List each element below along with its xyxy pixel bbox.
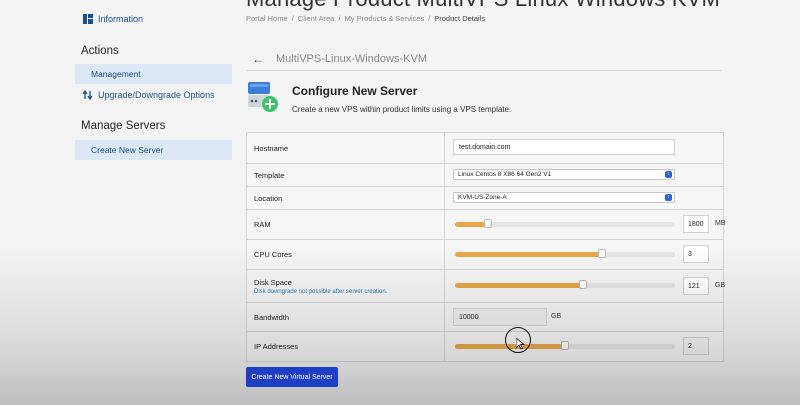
form-row-disk: Disk Space Disk downgrade not possible a… [247, 270, 726, 303]
location-selected-value: KVM-US-Zone-A [458, 194, 507, 201]
disk-slider-fill [455, 283, 583, 288]
bandwidth-unit: GB [551, 313, 562, 320]
bandwidth-label: Bandwidth [247, 303, 445, 331]
ram-slider[interactable] [455, 219, 675, 228]
manage-servers-heading: Manage Servers [81, 120, 166, 132]
disk-unit: GB [715, 282, 726, 289]
location-select[interactable]: KVM-US-Zone-A ↕ [453, 192, 675, 203]
select-arrows-icon: ↕ [665, 194, 672, 201]
ram-unit: MB [715, 220, 726, 227]
hostname-input[interactable]: test.domain.com [453, 139, 675, 155]
server-add-icon [246, 82, 280, 114]
sidebar-item-label: Upgrade/Downgrade Options [98, 90, 215, 100]
disk-downgrade-note: Disk downgrade not possible after server… [254, 288, 388, 295]
disk-label-cell: Disk Space Disk downgrade not possible a… [247, 270, 445, 302]
ip-value-input: 2 [683, 337, 709, 355]
breadcrumb: Portal Home / Client Area / My Products & Se… [246, 14, 486, 23]
config-header: Configure New Server Create a new VPS wi… [246, 82, 511, 114]
select-arrows-icon: ↕ [665, 171, 672, 178]
product-subheader: ← MultiVPS-Linux-Windows-KVM [246, 48, 722, 71]
sidebar-item-upgrade[interactable]: Upgrade/Downgrade Options [75, 84, 232, 106]
form-row-ram: RAM 1800 MB [247, 210, 726, 240]
server-config-form: Hostname test.domain.com Template Linux … [246, 132, 726, 362]
sidebar: Information Actions Management Upgrade/D… [75, 0, 232, 160]
disk-label: Disk Space [254, 277, 292, 287]
form-row-bandwidth: Bandwidth 10000 GB [247, 303, 723, 332]
breadcrumb-current: Product Details [434, 14, 486, 23]
form-row-cpu: CPU Cores 3 [247, 240, 723, 270]
location-label: Location [247, 187, 445, 209]
back-arrow-icon[interactable]: ← [252, 52, 264, 66]
ip-label: IP Addresses [247, 332, 445, 361]
form-row-location: Location KVM-US-Zone-A ↕ [247, 187, 723, 210]
template-selected-value: Linux Centos 8 X86 64 Gen2 V1 [458, 171, 552, 178]
disk-slider[interactable] [455, 280, 675, 289]
disk-slider-handle[interactable] [578, 280, 587, 289]
cpu-slider[interactable] [455, 249, 675, 258]
breadcrumb-client-area[interactable]: Client Area [298, 14, 335, 23]
sidebar-item-management[interactable]: Management [75, 64, 232, 84]
actions-heading: Actions [81, 45, 119, 57]
ip-slider-handle[interactable] [561, 341, 569, 350]
form-row-hostname: Hostname test.domain.com [247, 133, 723, 164]
cpu-slider-fill [455, 252, 603, 257]
arrows-updown-icon [82, 89, 93, 101]
template-label: Template [247, 164, 445, 186]
hostname-label: Hostname [247, 133, 445, 163]
cpu-label: CPU Cores [247, 240, 445, 269]
config-subtitle: Create a new VPS within product limits u… [292, 105, 512, 114]
pointer-icon [516, 338, 526, 350]
template-select[interactable]: Linux Centos 8 X86 64 Gen2 V1 ↕ [453, 169, 675, 180]
product-name: MultiVPS-Linux-Windows-KVM [276, 53, 427, 65]
config-title: Configure New Server [292, 84, 418, 98]
cpu-value-input[interactable]: 3 [683, 245, 709, 263]
breadcrumb-products[interactable]: My Products & Services [345, 14, 425, 23]
sidebar-item-create-server[interactable]: Create New Server [75, 140, 232, 160]
cpu-slider-handle[interactable] [598, 249, 607, 258]
ram-value-input[interactable]: 1800 [683, 215, 709, 233]
ram-slider-handle[interactable] [484, 219, 492, 228]
form-row-ip: IP Addresses 2 [247, 332, 723, 361]
info-icon [83, 14, 93, 24]
ip-slider[interactable] [455, 341, 675, 350]
create-server-button[interactable]: Create New Virtual Server [246, 367, 338, 387]
sidebar-link-information[interactable]: Information [75, 8, 232, 30]
sidebar-link-label: Information [98, 14, 144, 24]
page-title: Manage Product MultiVPS Linux Windows KV… [246, 0, 720, 12]
form-row-template: Template Linux Centos 8 X86 64 Gen2 V1 ↕ [247, 164, 723, 187]
breadcrumb-portal-home[interactable]: Portal Home [246, 14, 288, 23]
disk-value-input[interactable]: 121 [683, 277, 709, 295]
bandwidth-value: 10000 [453, 308, 547, 326]
ram-label: RAM [247, 210, 445, 239]
mouse-cursor-highlight [505, 327, 531, 353]
